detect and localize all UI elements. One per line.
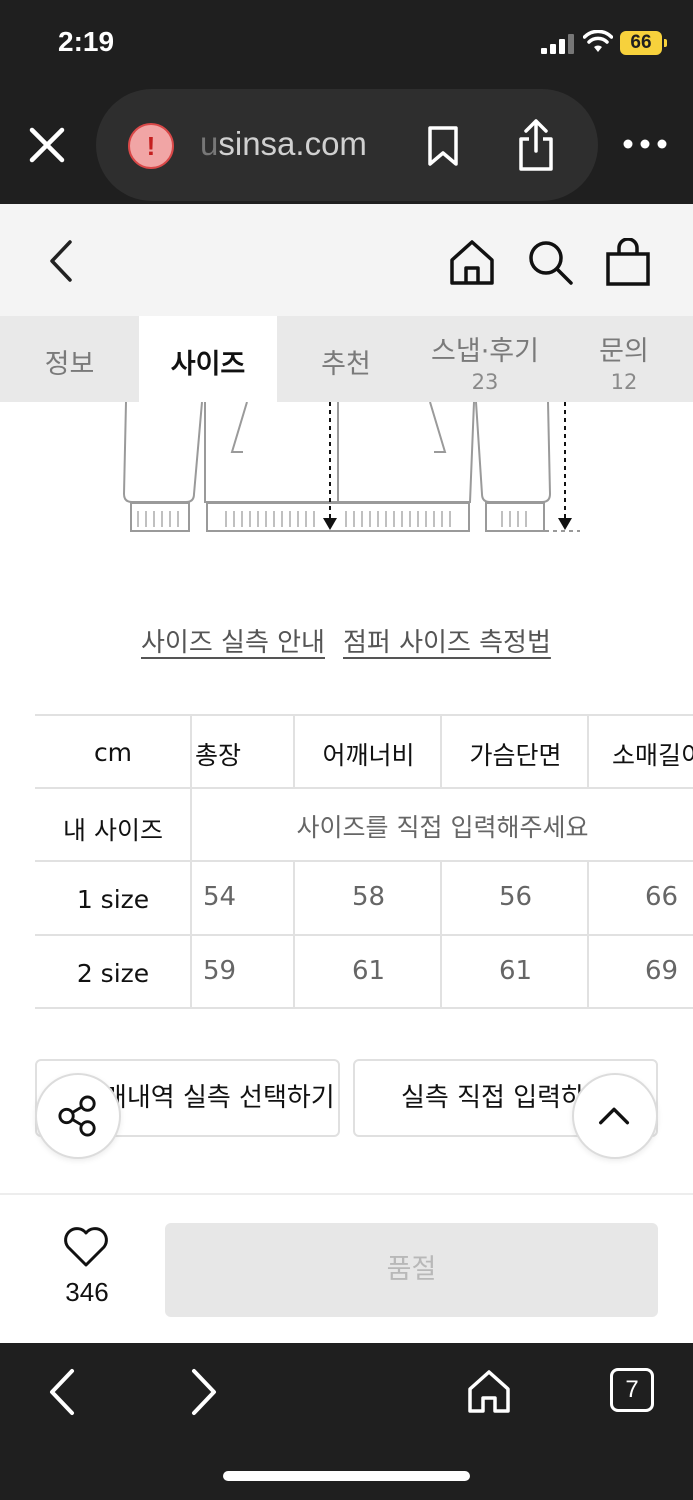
close-icon[interactable] [24,122,70,168]
tab-info[interactable]: 정보 [0,316,139,402]
size-value: 56 [498,882,533,912]
tabs-count-button[interactable]: 7 [610,1368,654,1412]
tab-size[interactable]: 사이즈 [139,316,277,402]
size-value: 59 [203,956,237,986]
jumper-measure-method-link[interactable]: 점퍼 사이즈 측정법 [343,622,551,659]
url-text[interactable]: usinsa.com [200,125,367,163]
size-measure-guide-link[interactable]: 사이즈 실측 안내 [141,622,325,659]
app-header [0,204,693,316]
share-nodes-icon [58,1095,96,1137]
browser-bottom-toolbar: 7 [0,1343,693,1500]
size-value: 58 [351,882,386,912]
purchase-bar: 346 품절 [0,1193,693,1343]
home-icon[interactable] [448,238,496,286]
search-icon[interactable] [526,238,574,286]
col-header-chest: 가슴단면 [469,741,562,770]
share-icon[interactable] [516,117,556,173]
tab-inquiry[interactable]: 문의 12 [555,316,693,402]
size-guide-links: 사이즈 실측 안내 점퍼 사이즈 측정법 [0,622,693,662]
col-header-shoulder: 어깨너비 [322,741,415,770]
bookmark-icon[interactable] [426,125,460,167]
heart-icon[interactable] [62,1225,110,1269]
status-bar: 2:19 66 [0,0,693,86]
jacket-size-illustration [122,402,580,532]
home-indicator [223,1471,470,1481]
size-row-label: 1 size [76,885,150,914]
browser-back-icon[interactable] [42,1367,82,1417]
size-row-label: 2 size [76,959,150,988]
status-time: 2:19 [58,26,115,57]
size-value: 61 [351,956,386,986]
tab-snap-review[interactable]: 스냅·후기 23 [415,316,555,402]
col-header-sleeve: 소매길이 [612,741,693,770]
browser-toolbar: ! usinsa.com [0,86,693,204]
soldout-button[interactable]: 품절 [165,1223,658,1317]
signal-icon [541,34,575,54]
warning-icon[interactable]: ! [128,123,174,169]
size-value: 66 [645,882,679,912]
browser-forward-icon[interactable] [184,1367,224,1417]
wifi-icon [583,30,613,52]
col-header-length: 총장 [195,741,242,770]
browser-home-icon[interactable] [465,1367,513,1415]
like-count: 346 [65,1277,109,1307]
bag-icon[interactable] [605,238,651,286]
my-size-label: 내 사이즈 [63,816,163,845]
product-tabs: 정보 사이즈 추천 스냅·후기 23 문의 12 [0,316,693,402]
size-value: 54 [203,882,237,912]
battery-indicator: 66 [620,31,667,55]
my-size-input-prompt[interactable]: 사이즈를 직접 입력해주세요 [192,808,693,844]
size-value: 61 [498,956,533,986]
inquiry-count: 12 [610,370,638,394]
scroll-top-button[interactable] [572,1073,658,1159]
share-button[interactable] [35,1073,121,1159]
size-value: 69 [645,956,679,986]
unit-header: cm [93,738,133,767]
review-count: 23 [471,370,499,394]
size-table: cm 총장 어깨너비 가슴단면 소매길이 내 사이즈 사이즈를 직접 입력해주세… [35,714,693,1010]
address-bar[interactable]: ! usinsa.com [96,89,598,201]
more-icon[interactable] [622,138,668,150]
back-icon[interactable] [44,238,80,284]
chevron-up-icon [599,1107,630,1125]
tab-recommend[interactable]: 추천 [277,316,415,402]
